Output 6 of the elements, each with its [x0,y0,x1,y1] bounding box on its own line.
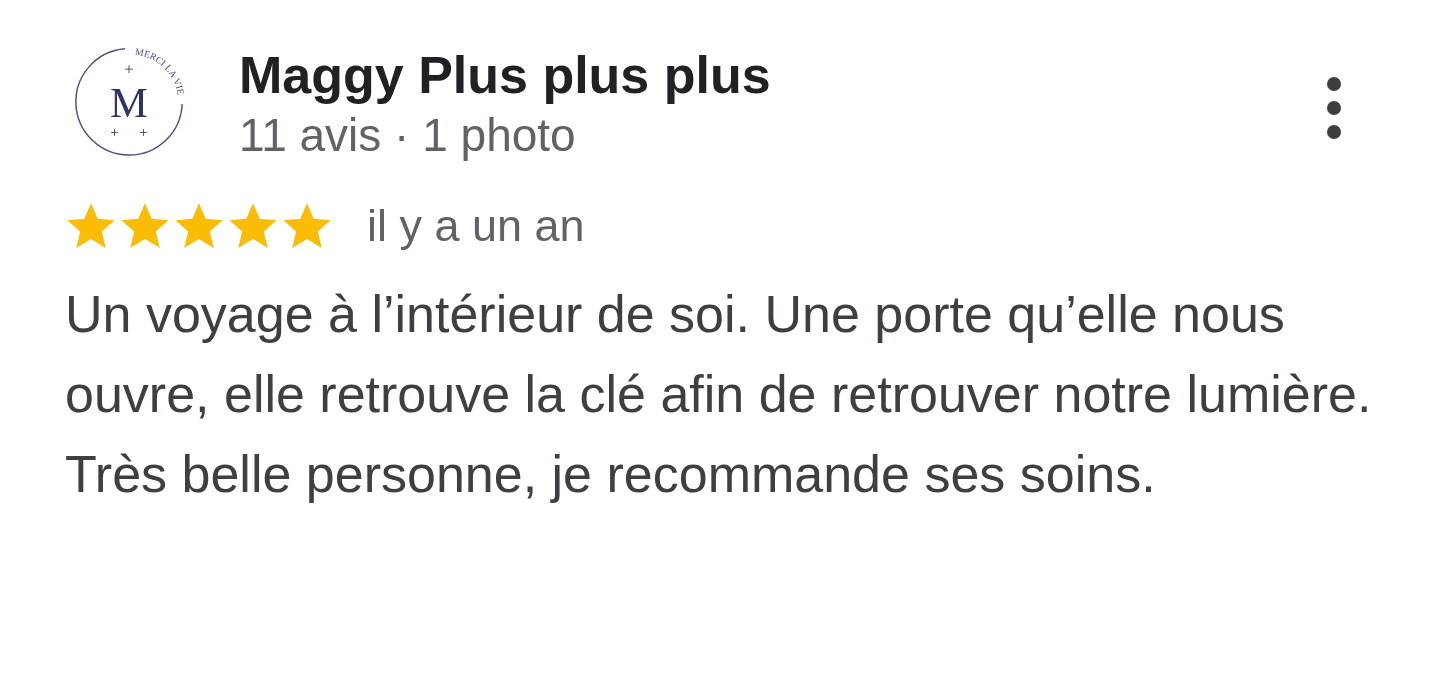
author-name: Maggy Plus plus plus [239,45,772,106]
more-options-icon[interactable] [1326,76,1342,140]
review-text: Un voyage à l’intérieur de soi. Une porte qu’elle nous ouvre, elle retrouve la clé afin de retrouver notre lumière. [65,284,1373,425]
review-count: 11 avis · 1 photo [239,108,577,163]
review-date: il y a un an [367,200,585,252]
review-text: Très belle personne, je recommande ses soins. [65,444,1157,505]
